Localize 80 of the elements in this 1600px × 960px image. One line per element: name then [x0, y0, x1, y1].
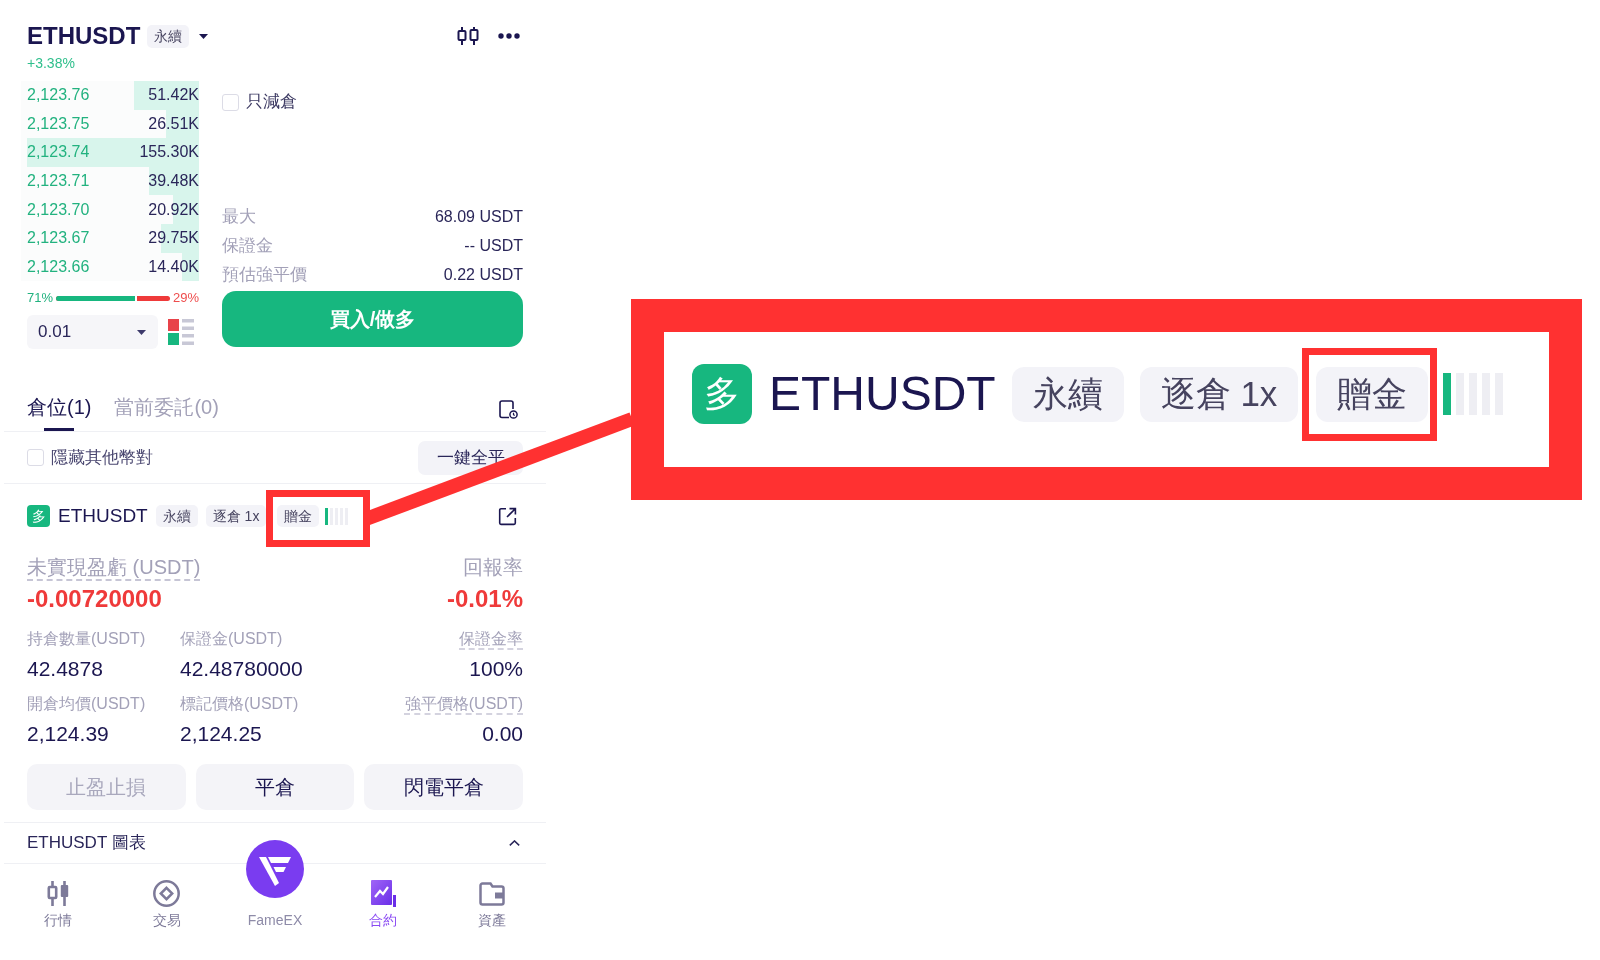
side-tag: 多: [692, 364, 752, 424]
precision-select[interactable]: 0.01: [27, 315, 158, 350]
info-value: -- USDT: [464, 235, 523, 256]
info-value: 0.22 USDT: [443, 264, 523, 285]
position-tag: 逐倉 1x: [205, 505, 267, 528]
position-symbol: ETHUSDT: [769, 366, 996, 422]
pnl-value: -0.00720000: [27, 585, 162, 614]
caret-icon: [137, 329, 146, 335]
nav-item[interactable]: 資產: [437, 864, 547, 960]
logo-icon: [246, 840, 304, 899]
pnl-label: 未實現盈虧 (USDT): [27, 555, 201, 580]
caret-icon[interactable]: [199, 33, 209, 39]
nav-item[interactable]: 行情: [4, 864, 113, 960]
order-price: 2,123.66: [27, 256, 90, 277]
stat-value: 100%: [469, 657, 523, 682]
info-value: 68.09 USDT: [434, 206, 523, 227]
stat-value: 42.4878: [27, 657, 103, 682]
candlestick-icon: [46, 881, 70, 907]
position-tag: 贈金: [277, 505, 320, 528]
chart-icon: [370, 880, 396, 908]
nav-item[interactable]: 合約: [329, 864, 438, 960]
side-tag: 多: [27, 505, 50, 528]
more-icon[interactable]: [498, 33, 520, 39]
position-tag: 永續: [1011, 366, 1124, 422]
diamond-circle-icon: [153, 880, 181, 908]
position-tag: 贈金: [1316, 366, 1429, 422]
candlestick-icon[interactable]: [457, 27, 479, 45]
order-book-layout-icon[interactable]: [168, 319, 194, 346]
stat-value: 2,124.39: [27, 722, 109, 747]
position-tab[interactable]: 當前委託(0): [114, 395, 219, 432]
price-change: +3.38%: [27, 55, 75, 71]
stat-value: 2,124.25: [180, 722, 262, 747]
wallet-icon: [478, 881, 505, 906]
roe-value: -0.01%: [446, 585, 523, 614]
order-amount: 20.92K: [148, 199, 199, 220]
hide-pairs-label: 隱藏其他幣對: [51, 446, 153, 469]
stat-label: 持倉數量(USDT): [27, 629, 146, 650]
order-amount: 155.30K: [139, 142, 199, 163]
nav-item[interactable]: 交易: [112, 864, 221, 960]
info-label: 最大: [222, 205, 256, 228]
position-tab[interactable]: 倉位(1): [27, 395, 92, 432]
reduce-only-label: 只減倉: [246, 91, 297, 114]
info-label: 預估強平價: [222, 263, 307, 286]
order-amount: 39.48K: [148, 171, 199, 192]
roe-label: 回報率: [463, 555, 523, 580]
contract-type-tag: 永續: [147, 24, 190, 48]
external-link-icon[interactable]: [498, 506, 517, 526]
document-clock-icon[interactable]: [499, 400, 518, 420]
order-price: 2,123.67: [27, 228, 90, 249]
stat-label: 保證金率: [459, 629, 523, 650]
symbol-title: ETHUSDT: [27, 24, 141, 48]
order-price: 2,123.70: [27, 199, 90, 220]
position-action-button[interactable]: 閃電平倉: [364, 764, 523, 811]
position-tag: 永續: [155, 505, 198, 528]
order-amount: 14.40K: [148, 256, 199, 277]
order-price: 2,123.74: [27, 142, 90, 163]
order-price: 2,123.76: [27, 85, 90, 106]
order-price: 2,123.71: [27, 171, 90, 192]
stat-label: 強平價格(USDT): [404, 694, 523, 715]
checkbox[interactable]: [27, 449, 44, 467]
order-price: 2,123.75: [27, 113, 90, 134]
checkbox[interactable]: [222, 93, 239, 111]
buy-long-button[interactable]: 買入/做多: [222, 291, 523, 348]
stat-value: 0.00: [482, 722, 523, 747]
stat-label: 保證金(USDT): [180, 629, 283, 650]
position-tag: 逐倉 1x: [1139, 366, 1299, 422]
position-action-button[interactable]: 平倉: [195, 764, 355, 811]
chevron-up-icon[interactable]: [509, 840, 520, 847]
order-amount: 29.75K: [148, 228, 199, 249]
order-amount: 26.51K: [148, 113, 199, 134]
stat-value: 42.48780000: [180, 657, 303, 682]
sell-ratio: 29%: [172, 291, 199, 306]
nav-item[interactable]: FameEX: [220, 840, 330, 960]
chart-panel-title: ETHUSDT 圖表: [27, 832, 146, 855]
position-symbol: ETHUSDT: [58, 503, 148, 528]
buy-ratio: 71%: [27, 291, 54, 306]
stat-label: 開倉均價(USDT): [27, 694, 146, 715]
info-label: 保證金: [222, 234, 273, 257]
stat-label: 標記價格(USDT): [180, 694, 299, 715]
order-amount: 51.42K: [148, 85, 199, 106]
